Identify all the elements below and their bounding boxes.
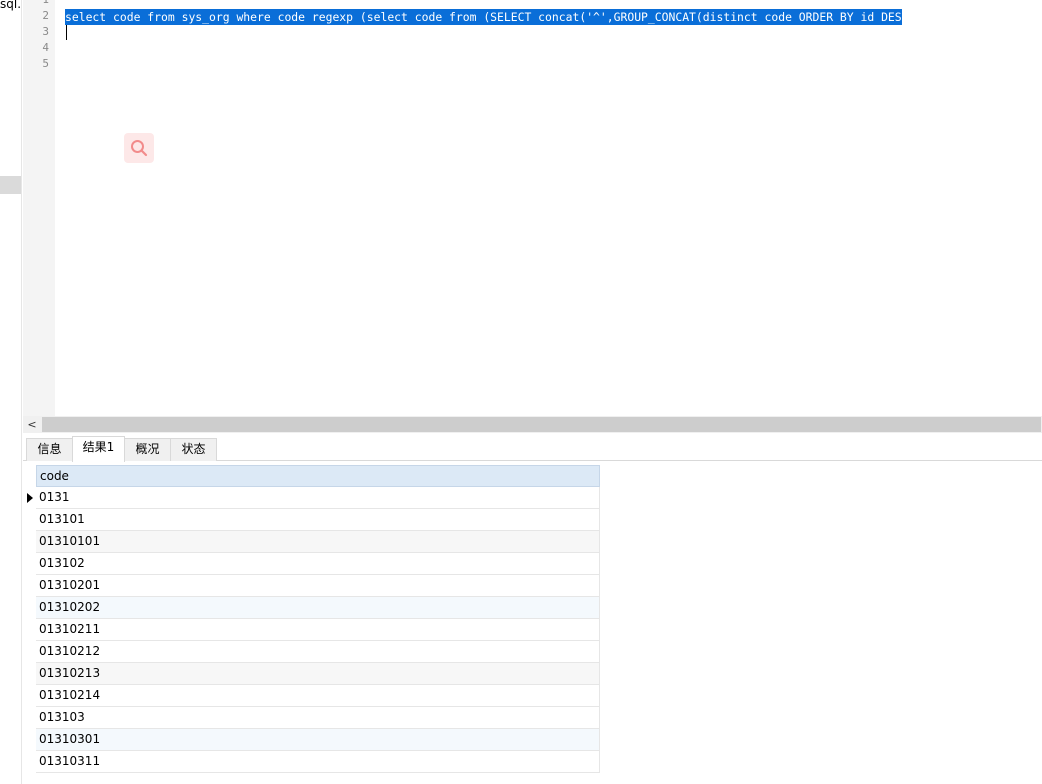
tab-info[interactable]: 信息 [26,438,73,461]
table-row[interactable]: 01310211 [36,619,600,641]
table-row[interactable]: 01310301 [36,729,600,751]
navigator-selected-item[interactable] [0,176,21,194]
column-header-code[interactable]: code [36,465,600,487]
line-number: 2 [42,9,49,22]
table-row[interactable]: 0131 [36,487,600,509]
line-number: 5 [42,57,49,70]
current-row-arrow-icon [27,493,33,503]
table-row[interactable]: 01310101 [36,531,600,553]
table-row[interactable]: 01310202 [36,597,600,619]
sql-editor[interactable]: 1 2 3 4 5 select code from sys_org where… [23,0,1042,416]
horizontal-scrollbar[interactable]: < [23,416,1042,433]
table-row[interactable]: 01310213 [36,663,600,685]
line-number: 3 [42,25,49,38]
table-row[interactable]: 013103 [36,707,600,729]
result-tab-bar: 信息 结果1 概况 状态 [23,433,1042,462]
scrollbar-thumb[interactable] [42,417,1041,432]
table-row[interactable]: 013102 [36,553,600,575]
file-label[interactable]: sql.r [0,0,21,11]
line-number: 4 [42,41,49,54]
line-number: 1 [23,0,49,8]
tab-status[interactable]: 状态 [170,438,217,461]
table-row[interactable]: 01310214 [36,685,600,707]
table-row[interactable]: 01310311 [36,751,600,773]
table-row[interactable]: 01310212 [36,641,600,663]
table-row[interactable]: 01310201 [36,575,600,597]
text-caret [66,25,67,40]
object-navigator: sql.r [0,0,22,784]
scroll-left-arrow-icon[interactable]: < [23,416,41,433]
code-line-selected[interactable]: select code from sys_org where code rege… [65,9,902,25]
row-indicator[interactable] [23,487,36,509]
tab-profile[interactable]: 概况 [124,438,171,461]
floating-search-button[interactable] [124,133,154,163]
table-row[interactable]: 013101 [36,509,600,531]
line-number-gutter: 1 2 3 4 5 [23,0,55,416]
tab-result-1[interactable]: 结果1 [72,436,125,462]
